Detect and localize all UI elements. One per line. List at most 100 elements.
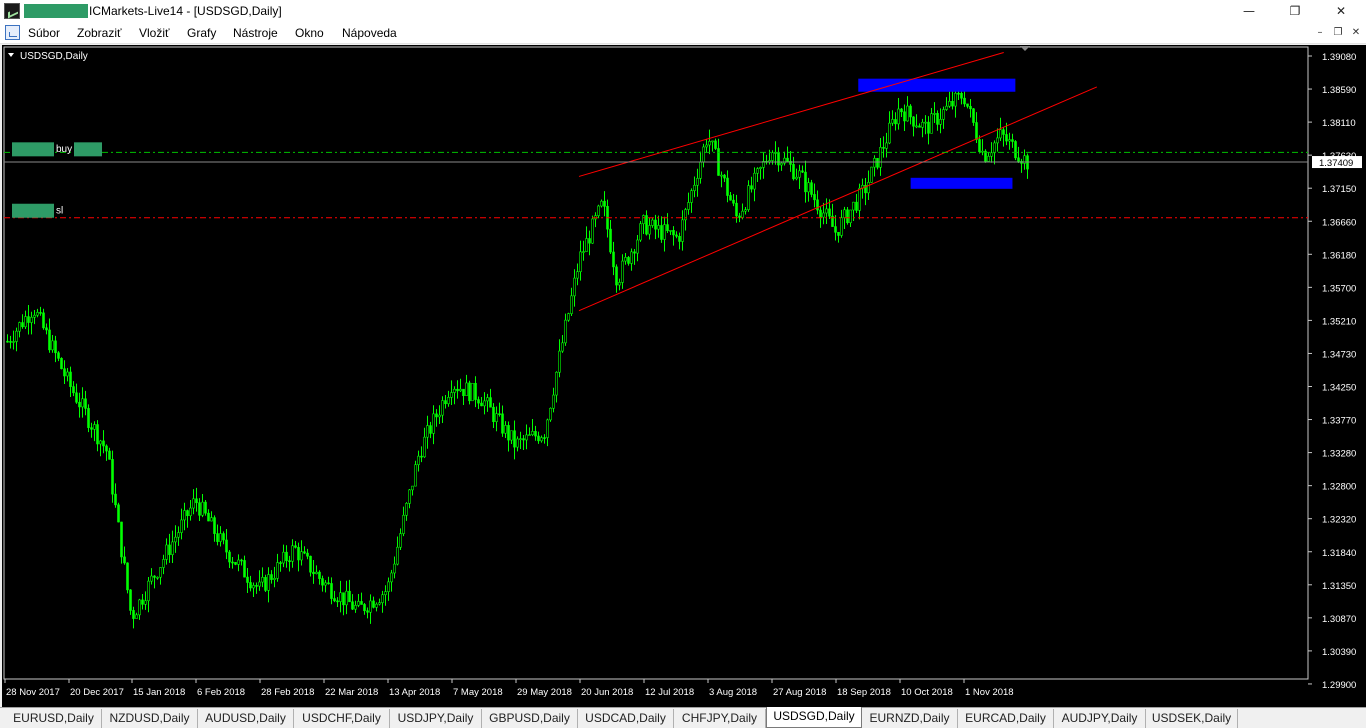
candle-body — [525, 434, 528, 441]
mdi-close-button[interactable]: ✕ — [1348, 26, 1364, 40]
tab-usdchf[interactable]: USDCHF,Daily — [294, 709, 390, 728]
candle-body — [471, 382, 474, 402]
candle-body — [507, 425, 510, 441]
resistance-zone — [858, 78, 1016, 92]
candle-body — [366, 610, 369, 613]
candle-body — [930, 113, 933, 134]
window-title: ICMarkets-Live14 - [USDSGD,Daily] — [89, 4, 282, 18]
candle-body — [528, 434, 531, 437]
candle-body — [132, 610, 135, 619]
candle-body — [651, 219, 654, 226]
candle-body — [378, 602, 381, 605]
candle-body — [744, 209, 747, 212]
candle-body — [423, 436, 426, 458]
minimize-button[interactable]: — — [1226, 0, 1272, 22]
candle-body — [600, 200, 603, 207]
mdi-minimize-button[interactable]: – — [1312, 26, 1328, 40]
price-label: 1.32320 — [1322, 515, 1356, 526]
candle-body — [522, 438, 525, 441]
tab-chfjpy[interactable]: CHFJPY,Daily — [674, 709, 766, 728]
candle-body — [513, 430, 516, 448]
menu-view[interactable]: Zobraziť — [77, 26, 122, 40]
tab-eurcad[interactable]: EURCAD,Daily — [958, 709, 1054, 728]
candle-body — [711, 140, 714, 143]
price-label: 1.37150 — [1322, 184, 1356, 195]
mdi-restore-button[interactable]: ❐ — [1330, 26, 1346, 40]
candle-body — [672, 230, 675, 236]
candle-body — [945, 105, 948, 110]
menu-charts[interactable]: Grafy — [187, 26, 216, 40]
candle-body — [852, 201, 855, 211]
tab-usdsgd[interactable]: USDSGD,Daily — [766, 707, 862, 728]
candle-body — [876, 158, 879, 168]
tab-usdsek[interactable]: USDSEK,Daily — [1146, 709, 1238, 728]
menu-file[interactable]: Súbor — [28, 26, 60, 40]
candle-body — [891, 119, 894, 124]
candle-body — [417, 455, 420, 465]
menu-tools[interactable]: Nástroje — [233, 26, 278, 40]
candle-body — [399, 533, 402, 548]
date-label: 7 May 2018 — [453, 687, 503, 698]
tab-usdcad[interactable]: USDCAD,Daily — [578, 709, 674, 728]
candle-body — [468, 382, 471, 402]
candle-body — [645, 215, 648, 235]
candle-body — [36, 312, 39, 316]
candle-body — [9, 341, 12, 343]
candle-body — [1017, 157, 1020, 162]
candle-body — [120, 521, 123, 558]
candle-body — [1011, 139, 1014, 142]
maximize-button[interactable]: ❐ — [1272, 0, 1318, 22]
candle-body — [345, 590, 348, 606]
candle-body — [216, 533, 219, 542]
tab-gbpusd[interactable]: GBPUSD,Daily — [482, 709, 578, 728]
candle-body — [21, 322, 24, 328]
chart-canvas[interactable]: buysl 1.390801.385901.381101.376301.3715… — [2, 45, 1366, 707]
candle-body — [138, 599, 141, 616]
close-button[interactable]: ✕ — [1318, 0, 1364, 22]
candle-body — [498, 413, 501, 416]
candle-body — [48, 329, 51, 351]
candle-body — [318, 571, 321, 579]
redacted-buy-block-left — [12, 142, 54, 157]
candle-body — [372, 600, 375, 608]
menu-insert[interactable]: Vložiť — [139, 26, 170, 40]
tab-eurusd[interactable]: EURUSD,Daily — [6, 709, 102, 728]
date-label: 12 Jul 2018 — [645, 687, 694, 698]
candle-body — [39, 312, 42, 314]
price-chart[interactable]: buysl 1.390801.385901.381101.376301.3715… — [2, 45, 1366, 707]
symbol-dropdown-icon[interactable] — [8, 53, 14, 57]
candle-body — [936, 113, 939, 125]
candle-body — [405, 503, 408, 516]
tab-audjpy[interactable]: AUDJPY,Daily — [1054, 709, 1146, 728]
menu-help[interactable]: Nápoveda — [342, 26, 397, 40]
menu-window[interactable]: Okno — [295, 26, 324, 40]
candle-body — [414, 464, 417, 487]
candle-body — [681, 219, 684, 242]
candle-body — [597, 205, 600, 216]
candle-body — [486, 397, 489, 402]
tab-usdjpy[interactable]: USDJPY,Daily — [390, 709, 482, 728]
tab-nzdusd[interactable]: NZDUSD,Daily — [102, 709, 198, 728]
candle-body — [978, 139, 981, 153]
tab-audusd[interactable]: AUDUSD,Daily — [198, 709, 294, 728]
candle-body — [285, 551, 288, 562]
candle-body — [168, 544, 171, 555]
candle-body — [918, 125, 921, 128]
candle-body — [90, 427, 93, 430]
candle-body — [696, 178, 699, 186]
chart-window-icon[interactable] — [5, 25, 20, 40]
candle-body — [708, 141, 711, 146]
candle-body — [186, 510, 189, 517]
date-label: 18 Sep 2018 — [837, 687, 891, 698]
candle-body — [426, 425, 429, 438]
candle-body — [342, 592, 345, 606]
candle-body — [354, 605, 357, 610]
tab-eurnzd[interactable]: EURNZD,Daily — [862, 709, 958, 728]
candle-body — [690, 190, 693, 203]
candle-body — [375, 603, 378, 608]
candle-body — [549, 407, 552, 421]
candle-body — [273, 578, 276, 580]
candle-body — [888, 122, 891, 144]
candle-body — [60, 358, 63, 370]
candle-body — [570, 295, 573, 314]
